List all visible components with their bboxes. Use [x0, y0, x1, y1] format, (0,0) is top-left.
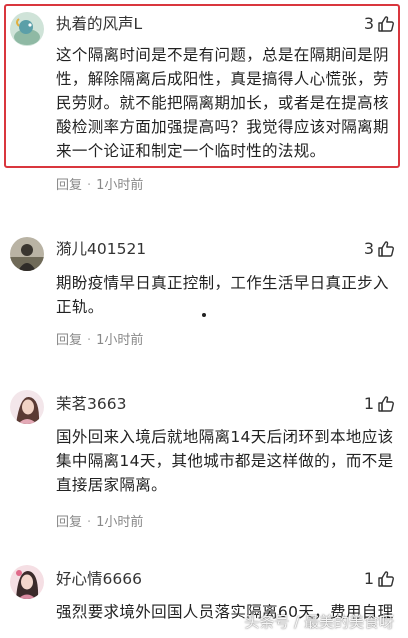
avatar[interactable] — [10, 12, 44, 46]
comment-item: 茉茗3663 1 国外回来入境后就地隔离14天后闭环到本地应该集中隔离14天，其… — [0, 380, 408, 540]
comment-meta: 回复 · 1小时前 — [56, 177, 143, 195]
timestamp: 1小时前 — [96, 515, 144, 530]
comment-text: 期盼疫情早日真正控制，工作生活早日真正步入正轨。 — [56, 274, 389, 316]
like-count: 1 — [363, 394, 374, 413]
like-button[interactable]: 1 — [364, 393, 396, 415]
thumbs-up-icon — [378, 241, 394, 257]
comment-text: 这个隔离时间是不是有问题，总是在隔期间是阴性，解除隔离后成阳性，真是搞得人心慌张… — [56, 46, 389, 160]
watermark: 头条号 / 最美的美食呀 — [244, 613, 394, 631]
thumbs-up-icon — [378, 16, 394, 32]
like-button[interactable]: 3 — [364, 238, 396, 260]
username[interactable]: 漪儿401521 — [56, 239, 146, 259]
like-count: 3 — [363, 239, 374, 258]
reply-link[interactable]: 回复 — [56, 333, 82, 348]
reply-link[interactable]: 回复 — [56, 178, 82, 193]
like-button[interactable]: 1 — [364, 568, 396, 590]
comment-meta: 回复 · 1小时前 — [56, 514, 143, 532]
avatar[interactable] — [10, 237, 44, 271]
username[interactable]: 执着的风声L — [56, 14, 142, 34]
thumbs-up-icon — [378, 396, 394, 412]
thumbs-up-icon — [378, 571, 394, 587]
reply-link[interactable]: 回复 — [56, 515, 82, 530]
username[interactable]: 茉茗3663 — [56, 394, 126, 414]
avatar[interactable] — [10, 390, 44, 424]
like-count: 1 — [363, 569, 374, 588]
comment-text: 国外回来入境后就地隔离14天后闭环到本地应该集中隔离14天，其他城市都是这样做的… — [56, 428, 394, 494]
timestamp: 1小时前 — [96, 178, 144, 193]
username[interactable]: 好心情6666 — [56, 569, 142, 589]
comment-item: 执着的风声L 3 这个隔离时间是不是有问题，总是在隔期间是阴性，解除隔离后成阳性… — [0, 0, 408, 200]
avatar[interactable] — [10, 565, 44, 599]
timestamp: 1小时前 — [96, 333, 144, 348]
like-count: 3 — [363, 14, 374, 33]
separator-dot: · — [87, 515, 92, 530]
stray-dot — [202, 313, 206, 317]
like-button[interactable]: 3 — [364, 13, 396, 35]
separator-dot: · — [87, 333, 92, 348]
comment-meta: 回复 · 1小时前 — [56, 332, 143, 350]
separator-dot: · — [87, 178, 92, 193]
comment-item: 漪儿401521 3 期盼疫情早日真正控制，工作生活早日真正步入正轨。 回复 · 1… — [0, 225, 408, 355]
